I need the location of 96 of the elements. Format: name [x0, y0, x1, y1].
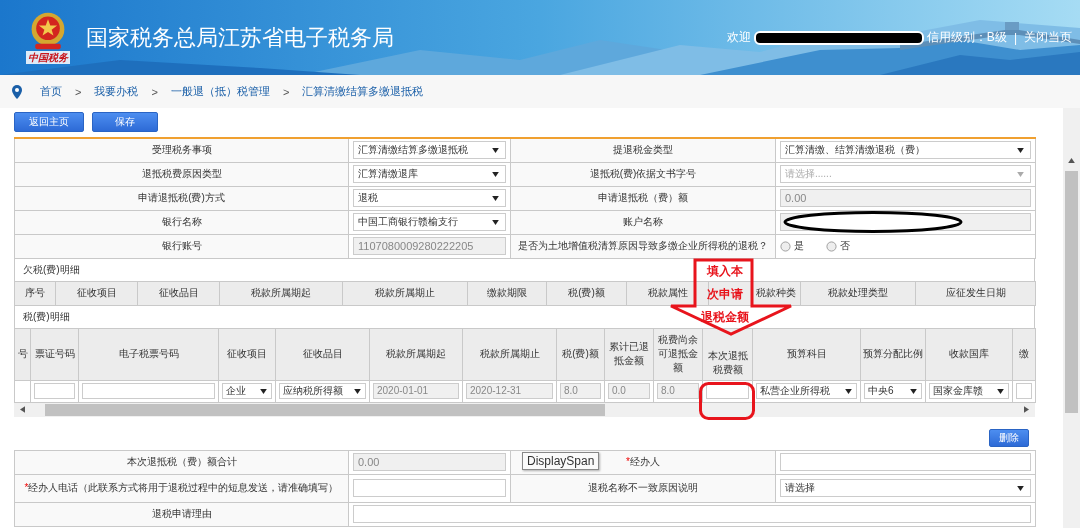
column-header: 累计已退抵金额 [609, 341, 649, 366]
column-header: 税款属性 [647, 287, 688, 298]
column-header: 预算科目 [786, 348, 827, 359]
caret-icon [492, 219, 499, 225]
credit-level: 信用级别：B级 [926, 29, 1007, 46]
location-pin-icon [12, 84, 22, 99]
input-field[interactable] [353, 505, 1031, 523]
tooltip: DisplaySpan [522, 452, 600, 470]
dropdown[interactable]: 请选择 [780, 479, 1031, 497]
dropdown[interactable]: 汇算清缴退库 [353, 165, 506, 183]
toolbar-button[interactable]: 返回主页 [14, 112, 84, 132]
field-label: 申请退抵税(费)方式 [138, 192, 225, 203]
caret-icon [492, 147, 499, 153]
column-header: 税款所属期止 [375, 287, 435, 298]
field-label: 退税申请理由 [151, 508, 212, 519]
caret-icon [260, 388, 267, 394]
caret-icon [492, 195, 499, 201]
dropdown[interactable]: 汇算清缴结算多缴退抵税 [353, 141, 506, 160]
column-header: 本次退抵税费额 [707, 349, 748, 375]
dropdown[interactable]: 应纳税所得额 [279, 383, 366, 399]
dropdown[interactable]: 中国工商银行赣榆支行 [353, 213, 506, 231]
column-header: 税款处理类型 [828, 287, 888, 298]
caret-icon [845, 388, 852, 394]
welcome-text: 欢迎 [726, 29, 751, 46]
breadcrumb-link[interactable]: 汇算清缴结算多缴退抵税 [302, 84, 424, 99]
scroll-right-icon[interactable] [1024, 406, 1029, 413]
caret-icon [492, 171, 499, 177]
dropdown[interactable]: 企业 [222, 383, 272, 399]
field-label: 银行账号 [161, 240, 202, 251]
dropdown[interactable]: 汇算清缴、结算清缴退税（费） [780, 141, 1031, 160]
highlight-box [699, 382, 755, 420]
vertical-scrollbar[interactable] [1063, 108, 1080, 528]
delete-button[interactable]: 删除 [989, 428, 1029, 447]
field-label: 退税名称不一致原因说明 [588, 482, 698, 493]
column-header: 征收项目 [227, 348, 267, 359]
field-label: 受理税务事项 [151, 144, 212, 156]
separator: | [1013, 30, 1017, 45]
column-header: 票证号码 [34, 348, 75, 359]
breadcrumb-link[interactable]: 首页 [40, 84, 62, 99]
column-header: 税(费)额 [568, 287, 605, 298]
column-header: 缴款期限 [487, 287, 527, 298]
toolbar-button[interactable]: 保存 [92, 112, 158, 132]
column-header: 税费尚余可退抵金额 [658, 334, 698, 373]
caret-icon [910, 388, 917, 394]
column-header: 税(费)额 [562, 348, 599, 359]
input-field[interactable] [1016, 383, 1032, 399]
column-header: 电子税票号码 [118, 348, 179, 359]
column-header: 税款种类 [756, 287, 796, 298]
caret-icon [997, 388, 1004, 394]
field-label: 银行名称 [161, 216, 202, 227]
column-header: 序号 [25, 287, 45, 298]
input-field[interactable] [353, 479, 506, 497]
field-label: 申请退抵税（费）额 [598, 192, 688, 203]
dropdown[interactable]: 国家金库赣 [929, 383, 1009, 399]
field-label: *经办人 [626, 456, 660, 467]
dropdown[interactable]: 退税 [353, 189, 506, 207]
column-header: 收款国库 [949, 348, 989, 359]
column-header: 号 [17, 348, 28, 359]
field-label: 是否为土地增值税清算原因导致多缴企业所得税的退税？ [518, 240, 768, 251]
dropdown[interactable]: 私营企业所得税 [756, 383, 857, 399]
caret-icon [1017, 485, 1024, 491]
column-header: 预算分配比例 [863, 348, 923, 359]
field-label: 退抵税(费)依据文书字号 [589, 168, 697, 179]
site-title: 国家税务总局江苏省电子税务局 [86, 23, 394, 52]
breadcrumb-link[interactable]: 一般退（抵）税管理 [170, 84, 270, 99]
field-label: 本次退抵税（费）额合计 [126, 456, 237, 467]
scroll-left-icon[interactable] [20, 406, 25, 413]
section-title: 欠税(费)明细 [23, 262, 80, 277]
field-label: 提退税金类型 [613, 144, 673, 156]
field-label: *经办人电话（此联系方式将用于退税过程中的短息发送，请准确填写） [24, 482, 339, 493]
column-header: 税款所属期起 [386, 348, 446, 359]
section-title: 税(费)明细 [23, 309, 70, 324]
input-field[interactable] [82, 383, 215, 399]
input-field[interactable] [34, 383, 75, 399]
input-field[interactable] [780, 453, 1031, 471]
breadcrumb-separator: > [282, 85, 290, 98]
column-header: 征收品目 [158, 287, 199, 298]
breadcrumb-separator: > [75, 85, 82, 98]
caret-icon [354, 388, 361, 394]
field-label: 账户名称 [623, 216, 663, 227]
column-header: 征收品目 [302, 348, 343, 359]
column-header: 征收项目 [76, 287, 117, 298]
dropdown[interactable]: 中央6 [864, 383, 922, 399]
radio-option[interactable]: 否 [826, 240, 850, 252]
caret-icon [1017, 171, 1024, 177]
breadcrumb-separator: > [151, 85, 158, 98]
column-header: 应征发生日期 [945, 287, 1006, 298]
logo-text: 中国税务 [26, 51, 70, 64]
scroll-up-icon[interactable] [1068, 158, 1075, 163]
breadcrumb-link[interactable]: 我要办税 [94, 84, 139, 99]
column-header: 税款所属期起 [251, 287, 311, 298]
column-header: 缴 [1019, 348, 1029, 359]
field-label: 退抵税费原因类型 [141, 168, 222, 179]
radio-option[interactable]: 是 [780, 240, 804, 252]
column-header: 税款所属期止 [479, 348, 540, 359]
caret-icon [1017, 147, 1024, 153]
